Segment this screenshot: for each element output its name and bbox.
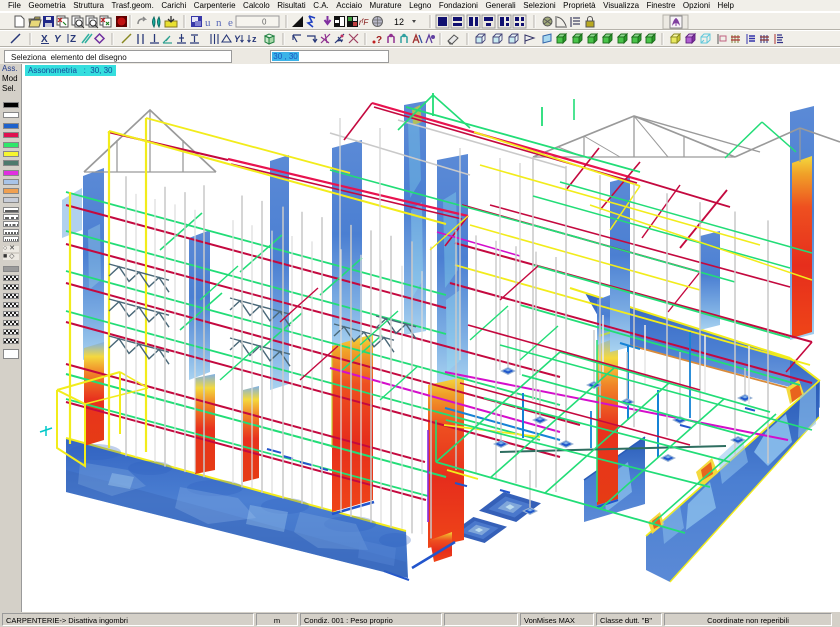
svg-text:Y: Y [234, 34, 241, 44]
svg-text:Y: Y [54, 34, 62, 45]
svg-text:Z: Z [70, 34, 76, 45]
svg-text:rfF: rfF [359, 18, 369, 27]
svg-text:e: e [228, 17, 233, 29]
svg-text:12: 12 [394, 17, 404, 27]
svg-text:u: u [205, 17, 211, 29]
svg-text:0: 0 [262, 18, 267, 27]
svg-text:z: z [252, 34, 257, 44]
svg-text:n: n [216, 17, 222, 29]
svg-text:?: ? [376, 35, 382, 46]
